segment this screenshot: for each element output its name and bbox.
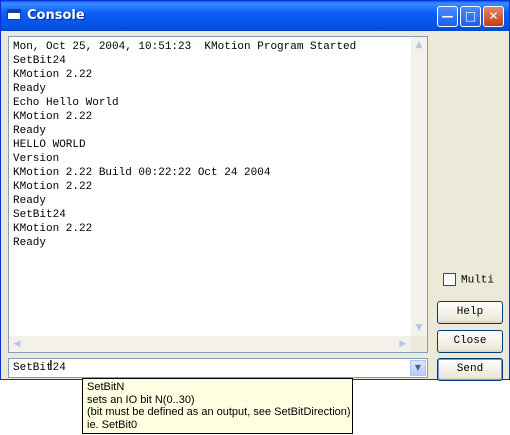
console-line: Ready [13, 125, 47, 137]
maximize-icon: □ [464, 9, 477, 23]
scrollbar-corner [411, 336, 427, 352]
title-bar[interactable]: Console — □ ✕ [1, 1, 509, 31]
scroll-up-icon[interactable]: ▲ [411, 37, 427, 53]
window-app-icon [7, 9, 21, 20]
console-line: KMotion 2.22 Build 00:22:22 Oct 24 2004 [13, 167, 271, 179]
minimize-icon: — [441, 9, 454, 23]
command-input-text[interactable]: SetBit24 [13, 361, 66, 375]
help-button[interactable]: Help [437, 301, 503, 324]
console-line: Ready [13, 237, 47, 249]
close-icon: ✕ [488, 9, 499, 23]
console-line: KMotion 2.22 [13, 111, 93, 123]
send-button[interactable]: Send [437, 358, 503, 381]
console-window: Console — □ ✕ Mon, Oct 25, 2004, 10:51:2… [0, 0, 510, 381]
tooltip-line: sets an IO bit N(0..30) [87, 393, 195, 406]
chevron-down-icon[interactable]: ▼ [410, 360, 426, 376]
console-line: Echo Hello World [13, 97, 119, 109]
close-window-button[interactable]: ✕ [483, 6, 504, 27]
maximize-button[interactable]: □ [460, 6, 481, 27]
console-line: Mon, Oct 25, 2004, 10:51:23 KMotion Prog… [13, 41, 357, 53]
console-output-text: Mon, Oct 25, 2004, 10:51:23 KMotion Prog… [13, 40, 356, 250]
minimize-button[interactable]: — [437, 6, 458, 27]
multi-checkbox[interactable]: Multi [443, 273, 494, 286]
vertical-scrollbar[interactable]: ▲ ▼ [411, 37, 427, 336]
tooltip-line: ie. SetBit0 [87, 418, 138, 431]
console-line: KMotion 2.22 [13, 223, 93, 235]
scroll-left-icon[interactable]: ◀ [9, 336, 25, 352]
console-line: KMotion 2.22 [13, 69, 93, 81]
tooltip-line: (bit must be defined as an output, see S… [87, 406, 351, 418]
command-input[interactable]: SetBit24 ▼ [8, 358, 428, 378]
console-line: HELLO WORLD [13, 139, 86, 151]
console-output[interactable]: Mon, Oct 25, 2004, 10:51:23 KMotion Prog… [8, 36, 428, 353]
console-line: SetBit24 [13, 55, 66, 67]
text-cursor-icon: I [49, 359, 53, 374]
console-line: Ready [13, 195, 47, 207]
scroll-right-icon[interactable]: ▶ [395, 336, 411, 352]
console-line: KMotion 2.22 [13, 181, 93, 193]
console-line: Version [13, 153, 60, 165]
horizontal-scrollbar[interactable]: ◀ ▶ [9, 336, 411, 352]
multi-label: Multi [461, 274, 495, 287]
console-line: Ready [13, 83, 47, 95]
console-line: SetBit24 [13, 209, 66, 221]
window-title: Console [27, 8, 85, 23]
close-button[interactable]: Close [437, 330, 503, 353]
checkbox-icon[interactable] [443, 273, 456, 286]
scroll-down-icon[interactable]: ▼ [411, 320, 427, 336]
tooltip-line: SetBitN [87, 381, 125, 393]
command-tooltip: SetBitN sets an IO bit N(0..30) (bit must … [82, 378, 353, 434]
